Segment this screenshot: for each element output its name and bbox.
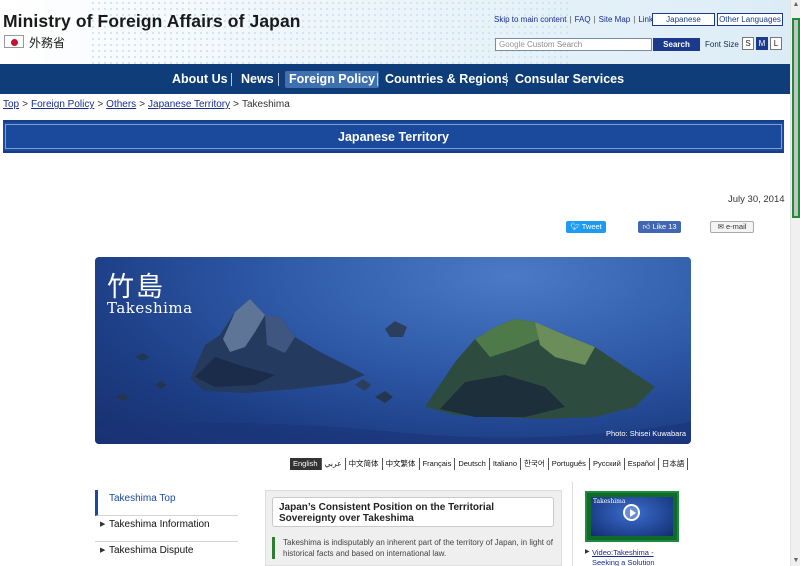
lang-spanish[interactable]: Español	[623, 458, 658, 470]
side-nav-takeshima-information[interactable]: ▶ Takeshima Information	[95, 516, 238, 542]
font-size-label: Font Size	[705, 40, 739, 49]
search-button[interactable]: Search	[653, 38, 700, 51]
japan-flag-icon	[4, 35, 24, 48]
font-size-large-button[interactable]: L	[770, 37, 782, 50]
photo-credit: Photo: Shisei Kuwabara	[605, 429, 686, 438]
triangle-right-icon: ▶	[585, 549, 590, 555]
nav-foreign-policy[interactable]: Foreign Policy	[285, 71, 380, 88]
tweet-button[interactable]: 🐦︎ Tweet	[566, 221, 606, 233]
nav-divider	[506, 73, 507, 86]
breadcrumb-current: Takeshima	[241, 99, 290, 110]
lang-portuguese[interactable]: Português	[547, 458, 589, 470]
twitter-bird-icon: 🐦︎	[570, 222, 580, 231]
lang-german[interactable]: Deutsch	[454, 458, 489, 470]
scrollbar-thumb[interactable]	[792, 18, 800, 218]
like-label: Like 13	[652, 222, 677, 231]
ministry-japanese-name: 外務省	[29, 36, 66, 50]
nav-divider	[231, 73, 232, 86]
faq-link[interactable]: FAQ	[575, 15, 591, 24]
nav-divider	[377, 73, 378, 86]
hero-title: Takeshima	[107, 299, 193, 317]
nav-countries-regions[interactable]: Countries & Regions	[385, 71, 509, 88]
email-button[interactable]: ✉ e-mail	[710, 221, 754, 233]
main-navigation: About Us News Foreign Policy Countries &…	[0, 64, 790, 94]
video-link[interactable]: Video:Takeshima - Seeking a Solution	[592, 548, 672, 566]
skip-to-main-link[interactable]: Skip to main content	[494, 15, 566, 24]
scroll-up-icon[interactable]: ▲	[791, 0, 800, 10]
lang-arabic[interactable]: عربي	[320, 458, 345, 470]
lang-chinese-traditional[interactable]: 中文繁体	[381, 458, 419, 470]
side-nav-takeshima-top[interactable]: Takeshima Top	[95, 490, 238, 516]
breadcrumb-japanese-territory[interactable]: Japanese Territory	[148, 99, 230, 110]
position-summary-box: Japan’s Consistent Position on the Terri…	[265, 490, 562, 566]
takeshima-side-nav: Takeshima Top ▶ Takeshima Information ▶ Ta…	[95, 490, 238, 566]
lang-chinese-simplified[interactable]: 中文简体	[344, 458, 382, 470]
lang-japanese[interactable]: 日本語	[657, 458, 689, 470]
breadcrumb: Top > Foreign Policy > Others > Japanese Terri…	[3, 99, 290, 110]
scroll-down-icon[interactable]: ▼	[791, 556, 800, 566]
nav-news[interactable]: News	[241, 71, 274, 88]
language-selector: English عربي 中文简体 中文繁体 Français Deutsch Italia…	[290, 458, 689, 472]
side-nav-label: Takeshima Dispute	[109, 545, 194, 556]
section-banner: Japanese Territory	[3, 120, 784, 153]
page-title: Japanese Territory	[338, 130, 449, 144]
thumbs-up-icon: 👍︎	[642, 222, 651, 231]
nav-consular-services[interactable]: Consular Services	[515, 71, 624, 88]
page-scrollbar[interactable]: ▲ ▼	[790, 0, 800, 566]
font-size-medium-button[interactable]: M	[756, 37, 768, 50]
breadcrumb-top[interactable]: Top	[3, 99, 19, 110]
facebook-like-button[interactable]: 👍︎ Like 13	[638, 221, 681, 233]
site-title[interactable]: Ministry of Foreign Affairs of Japan	[3, 11, 301, 32]
nav-divider	[278, 73, 279, 86]
position-title[interactable]: Japan’s Consistent Position on the Terri…	[272, 497, 554, 527]
world-map-decoration	[90, 0, 570, 64]
triangle-right-icon: ▶	[100, 547, 106, 554]
lang-italian[interactable]: Italiano	[488, 458, 520, 470]
email-label: e-mail	[725, 222, 747, 231]
search-placeholder: Custom Search	[527, 40, 583, 49]
position-body: Takeshima is indisputably an inherent pa…	[272, 537, 556, 559]
breadcrumb-foreign-policy[interactable]: Foreign Policy	[31, 99, 94, 110]
font-size-small-button[interactable]: S	[742, 37, 754, 50]
site-map-link[interactable]: Site Map	[599, 15, 631, 24]
lang-french[interactable]: Français	[418, 458, 455, 470]
lang-russian[interactable]: Русский	[588, 458, 624, 470]
side-nav-takeshima-dispute[interactable]: ▶ Takeshima Dispute	[95, 542, 238, 566]
site-header: Ministry of Foreign Affairs of Japan 外務省…	[0, 0, 790, 64]
video-thumbnail[interactable]: Takeshima	[585, 491, 679, 542]
video-panel: Takeshima ▶ Video:Takeshima - Seeking a …	[572, 482, 680, 566]
japanese-language-button[interactable]: Japanese	[652, 13, 715, 26]
side-nav-label: Takeshima Top	[109, 493, 176, 504]
triangle-right-icon: ▶	[100, 521, 106, 528]
nav-about-us[interactable]: About Us	[172, 71, 228, 88]
video-thumb-title: Takeshima	[593, 498, 626, 505]
google-label: Google	[499, 40, 525, 49]
breadcrumb-others[interactable]: Others	[106, 99, 136, 110]
other-languages-button[interactable]: Other Languages	[717, 13, 783, 26]
utility-links: Skip to main content | FAQ | Site Map | Links	[494, 15, 657, 24]
envelope-icon: ✉	[717, 222, 724, 231]
lang-korean[interactable]: 한국어	[520, 458, 548, 470]
side-nav-label: Takeshima Information	[109, 519, 210, 530]
search-input[interactable]: Google Custom Search	[495, 38, 652, 51]
play-icon	[623, 504, 640, 521]
tweet-label: Tweet	[581, 222, 602, 231]
islands-illustration	[95, 299, 691, 444]
publish-date: July 30, 2014	[728, 194, 785, 205]
takeshima-hero-image: 竹島 Takeshima Photo: Shisei Kuwabara	[95, 257, 691, 444]
lang-english[interactable]: English	[290, 458, 321, 470]
